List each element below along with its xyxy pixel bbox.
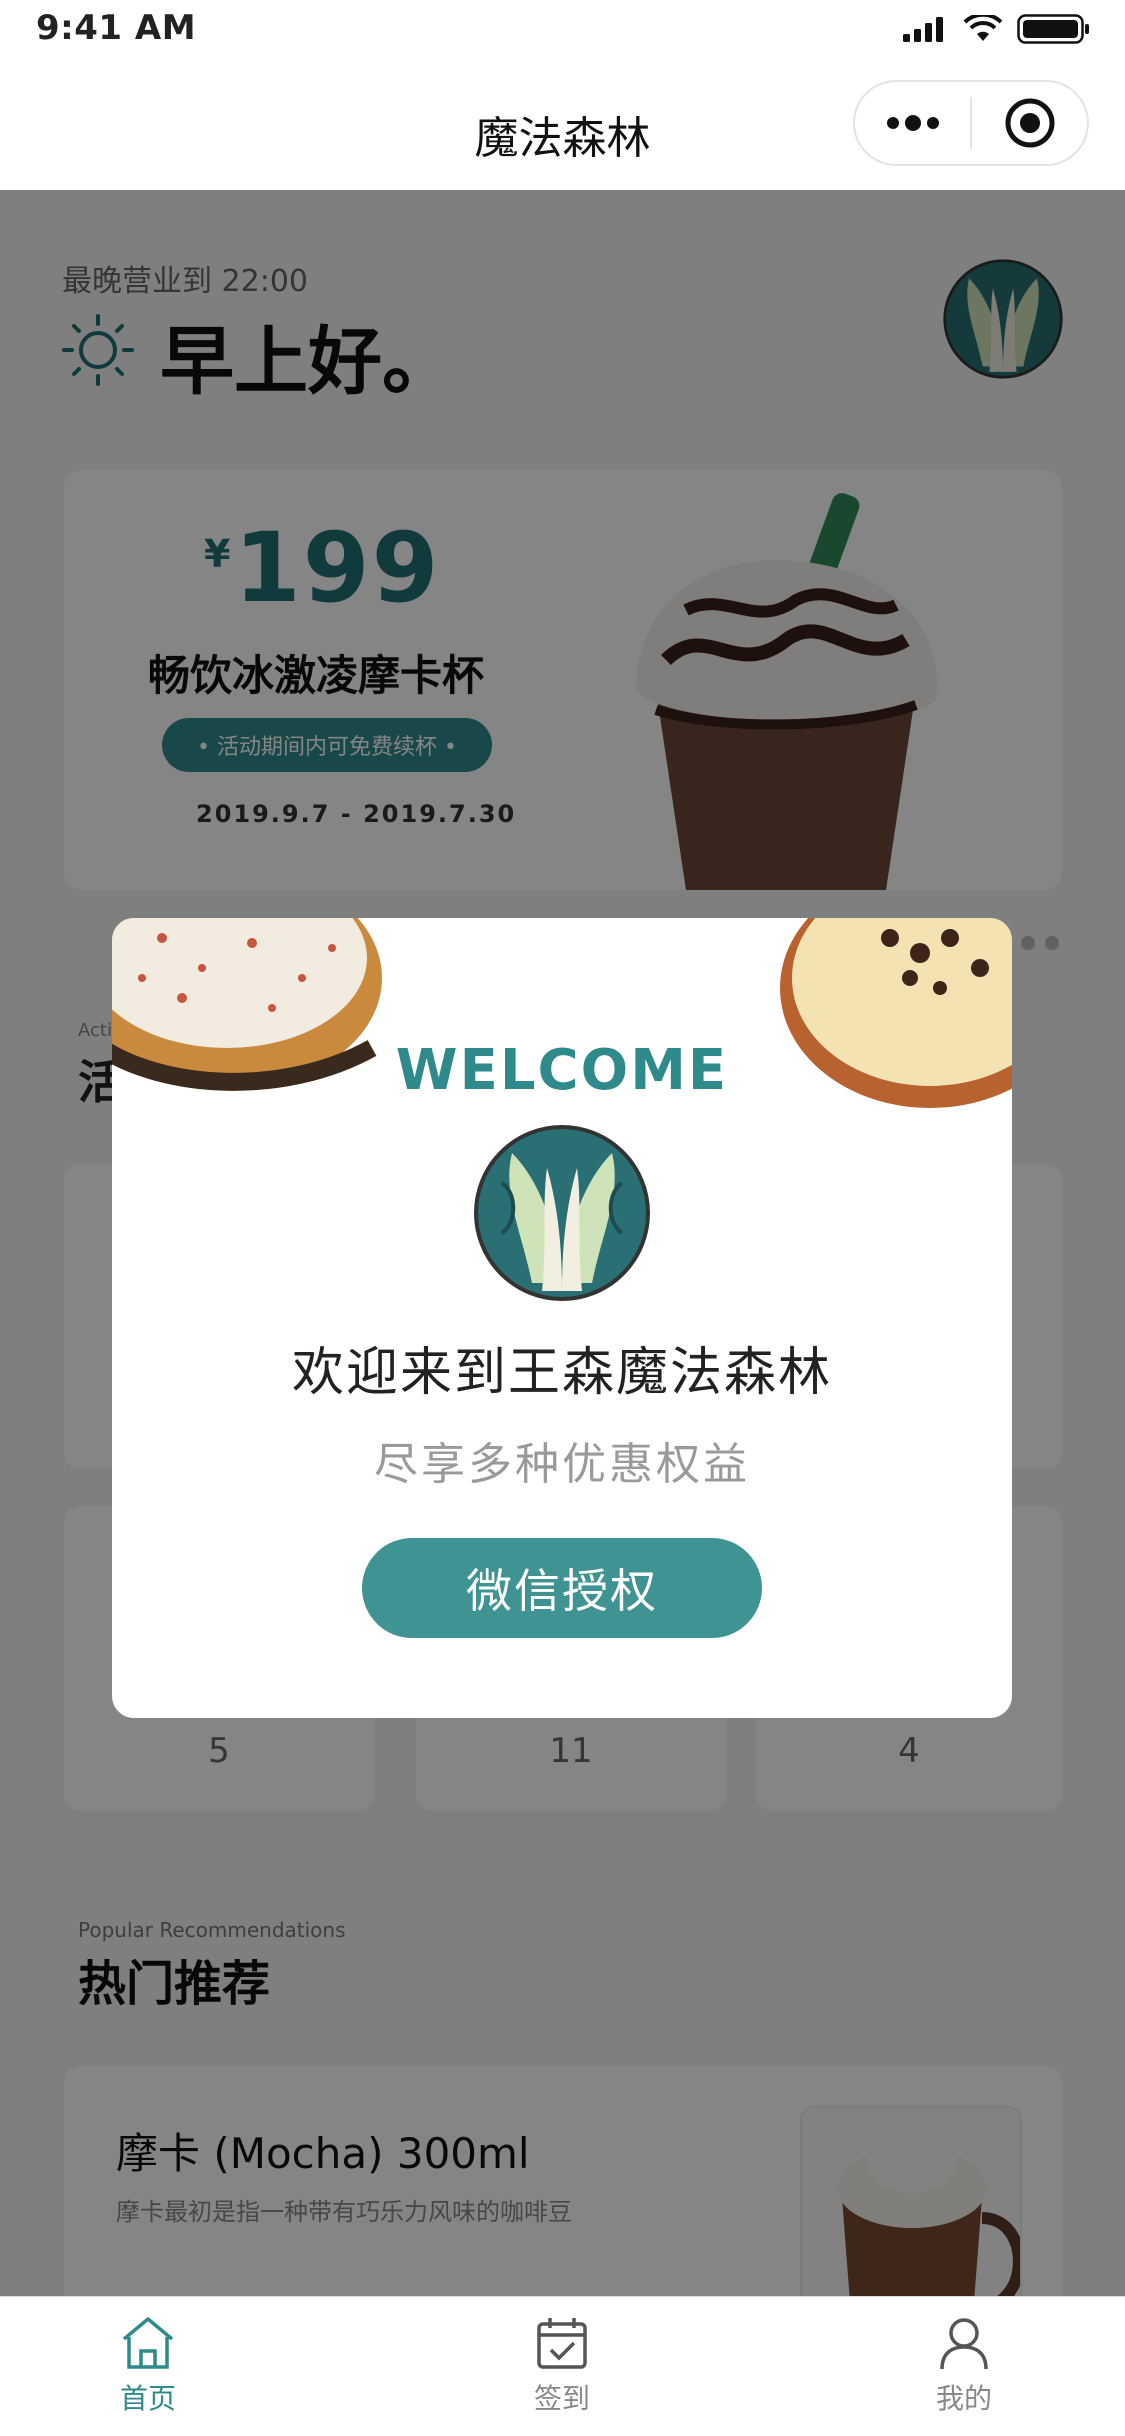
user-icon — [940, 2318, 988, 2370]
cheesecake-image — [780, 918, 1012, 1108]
tab-home[interactable]: 首页 — [78, 2315, 218, 2417]
modal-title: 欢迎来到王森魔法森林 — [291, 1343, 832, 1403]
more-dots-icon — [886, 115, 939, 131]
battery-icon — [1017, 14, 1089, 44]
calendar-check-icon — [537, 2318, 587, 2369]
status-time: 9:41 AM — [36, 8, 197, 48]
home-icon — [122, 2317, 174, 2369]
miniapp-capsule — [853, 80, 1089, 166]
nav-bar: 魔法森林 — [0, 62, 1125, 190]
welcome-heading: WELCOME — [395, 1038, 729, 1103]
tab-bar: 首页 签到 我的 — [0, 2296, 1125, 2436]
welcome-modal: WELCOME 欢迎来到王森魔法森林 尽享多种优惠权益 微信授权 — [112, 918, 1012, 1718]
tab-checkin-label: 签到 — [533, 2382, 590, 2415]
tab-me-label: 我的 — [935, 2382, 992, 2415]
status-bar: 9:41 AM — [0, 0, 1125, 62]
target-icon — [1005, 98, 1054, 148]
wechat-auth-button[interactable]: 微信授权 — [362, 1538, 762, 1638]
wifi-icon — [963, 15, 1003, 41]
tab-checkin[interactable]: 签到 — [492, 2315, 632, 2417]
tab-home-label: 首页 — [119, 2382, 176, 2415]
signal-icon — [903, 17, 943, 42]
status-icons — [901, 14, 1091, 44]
brand-logo — [474, 1125, 650, 1301]
close-miniapp-button[interactable] — [972, 82, 1087, 164]
more-button[interactable] — [855, 82, 970, 164]
modal-subtitle: 尽享多种优惠权益 — [374, 1439, 750, 1490]
tab-me[interactable]: 我的 — [894, 2315, 1034, 2417]
